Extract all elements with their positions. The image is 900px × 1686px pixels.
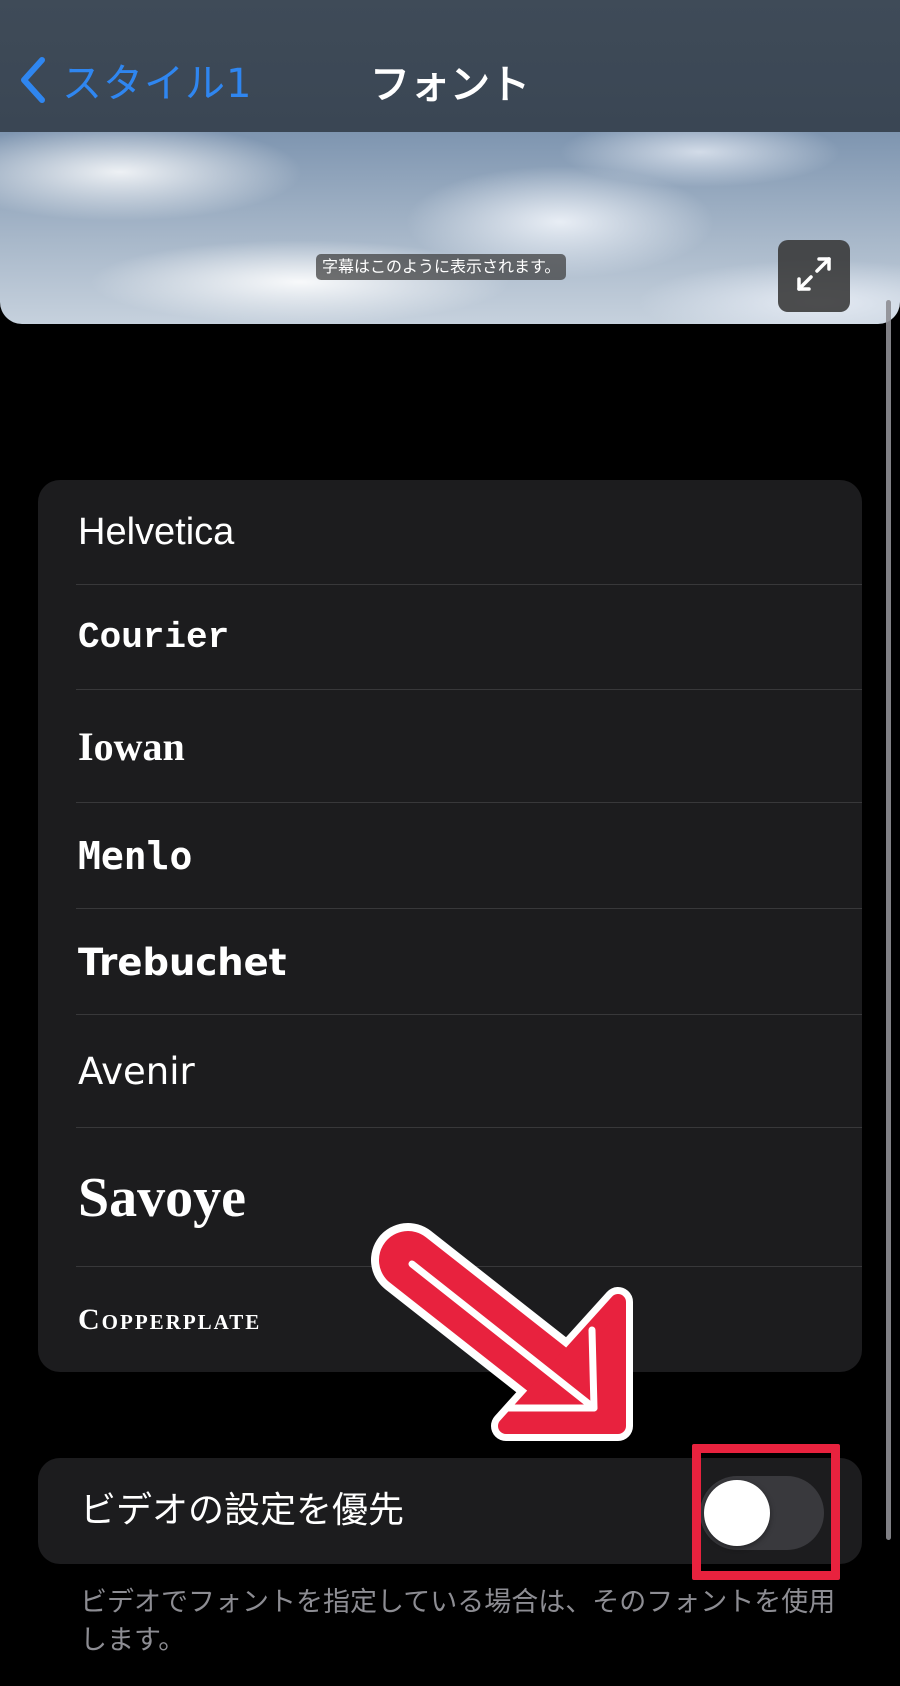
font-option-label: Savoye <box>78 1166 246 1229</box>
expand-arrows-icon <box>794 254 834 298</box>
annotation-arrow-icon <box>371 1223 633 1441</box>
navigation-bar: スタイル1 フォント <box>0 0 900 132</box>
expand-preview-button[interactable] <box>778 240 850 312</box>
font-option-label: Iowan <box>78 724 185 769</box>
font-option-trebuchet[interactable]: Trebuchet <box>38 909 862 1015</box>
video-override-label: ビデオの設定を優先 <box>80 1490 405 1531</box>
font-option-label: Trebuchet <box>78 940 287 984</box>
font-option-helvetica[interactable]: Helvetica <box>38 480 862 585</box>
video-override-description: ビデオでフォントを指定している場合は、そのフォントを使用します。 <box>80 1587 836 1656</box>
font-option-label: Avenir <box>78 1050 195 1093</box>
font-option-label: Helvetica <box>78 511 235 553</box>
font-option-label: Courier <box>78 617 230 658</box>
caption-sample-text: 字幕はこのように表示されます。 <box>316 254 567 280</box>
font-option-iowan[interactable]: Iowan <box>38 690 862 803</box>
scroll-indicator[interactable] <box>886 300 891 1540</box>
font-option-label: Copperplate <box>78 1302 262 1336</box>
annotation-highlight-box <box>692 1444 840 1580</box>
subtitle-preview: 字幕はこのように表示されます。 <box>0 132 900 324</box>
font-option-courier[interactable]: Courier <box>38 585 862 690</box>
page-title: フォント <box>370 62 530 108</box>
font-option-avenir[interactable]: Avenir <box>38 1015 862 1128</box>
font-option-label: Menlo <box>78 834 193 878</box>
font-option-menlo[interactable]: Menlo <box>38 803 862 909</box>
